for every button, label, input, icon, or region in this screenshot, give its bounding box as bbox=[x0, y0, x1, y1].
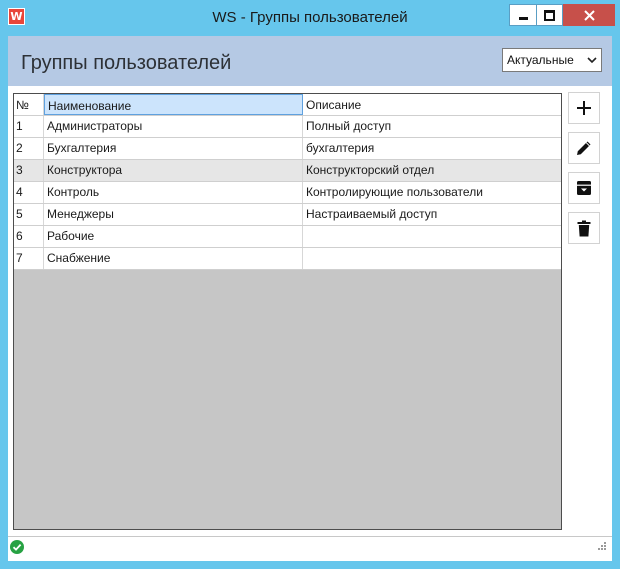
close-button[interactable] bbox=[563, 4, 615, 26]
row-name: Рабочие bbox=[44, 226, 303, 247]
maximize-button[interactable] bbox=[536, 4, 563, 26]
delete-button[interactable] bbox=[568, 212, 600, 244]
row-description: Настраиваемый доступ bbox=[306, 207, 438, 221]
groups-table[interactable]: № Наименование Описание 1 Администраторы… bbox=[13, 93, 562, 530]
title-bar[interactable]: W WS - Группы пользователей bbox=[0, 0, 620, 36]
table-row[interactable]: 1 Администраторы Полный доступ bbox=[14, 116, 561, 138]
table-row-selected[interactable]: 3 Конструктора Конструкторский отдел bbox=[14, 160, 561, 182]
table-row[interactable]: 2 Бухгалтерия бухгалтерия bbox=[14, 138, 561, 160]
row-number: 6 bbox=[14, 226, 44, 247]
client-area: Группы пользователей Актуальные № Наимен… bbox=[8, 36, 612, 561]
row-number: 2 bbox=[14, 138, 44, 159]
resize-grip-icon[interactable] bbox=[596, 542, 606, 552]
pencil-icon bbox=[577, 141, 591, 155]
row-number: 3 bbox=[14, 160, 44, 181]
filter-select[interactable]: Актуальные bbox=[502, 48, 602, 72]
column-header-number[interactable]: № bbox=[14, 94, 44, 115]
table-header: № Наименование Описание bbox=[14, 94, 561, 116]
row-name: Контроль bbox=[44, 182, 303, 203]
column-header-name[interactable]: Наименование bbox=[44, 94, 303, 115]
row-number: 5 bbox=[14, 204, 44, 225]
page-header: Группы пользователей Актуальные bbox=[8, 36, 612, 86]
close-icon bbox=[583, 9, 595, 21]
row-description: Контролирующие пользователи bbox=[306, 185, 483, 199]
add-button[interactable] bbox=[568, 92, 600, 124]
app-window: W WS - Группы пользователей Группы польз… bbox=[0, 0, 620, 569]
row-name: Менеджеры bbox=[44, 204, 303, 225]
edit-button[interactable] bbox=[568, 132, 600, 164]
plus-icon bbox=[577, 101, 591, 115]
checkmark-icon bbox=[10, 540, 24, 554]
maximize-icon bbox=[544, 9, 555, 21]
row-name: Бухгалтерия bbox=[44, 138, 303, 159]
row-description bbox=[303, 248, 561, 269]
row-description: Конструкторский отдел bbox=[306, 163, 435, 177]
table-row[interactable]: 4 Контроль Контролирующие пользователи bbox=[14, 182, 561, 204]
archive-icon bbox=[577, 181, 591, 195]
minimize-icon bbox=[518, 16, 528, 20]
table-row[interactable]: 7 Снабжение bbox=[14, 248, 561, 270]
filter-select-value: Актуальные bbox=[507, 53, 574, 67]
page-title: Группы пользователей bbox=[21, 52, 232, 74]
row-number: 7 bbox=[14, 248, 44, 269]
row-name: Администраторы bbox=[44, 116, 303, 137]
row-description bbox=[303, 226, 561, 247]
table-row[interactable]: 5 Менеджеры Настраиваемый доступ bbox=[14, 204, 561, 226]
row-number: 1 bbox=[14, 116, 44, 137]
row-description: бухгалтерия bbox=[306, 141, 375, 155]
status-bar bbox=[8, 536, 612, 556]
minimize-button[interactable] bbox=[509, 4, 536, 26]
row-name: Конструктора bbox=[44, 160, 303, 181]
row-name: Снабжение bbox=[44, 248, 303, 269]
archive-button[interactable] bbox=[568, 172, 600, 204]
row-description: Полный доступ bbox=[306, 119, 392, 133]
table-row[interactable]: 6 Рабочие bbox=[14, 226, 561, 248]
trash-icon bbox=[577, 220, 591, 236]
row-number: 4 bbox=[14, 182, 44, 203]
chevron-down-icon bbox=[587, 49, 597, 80]
column-header-description[interactable]: Описание bbox=[303, 94, 561, 115]
